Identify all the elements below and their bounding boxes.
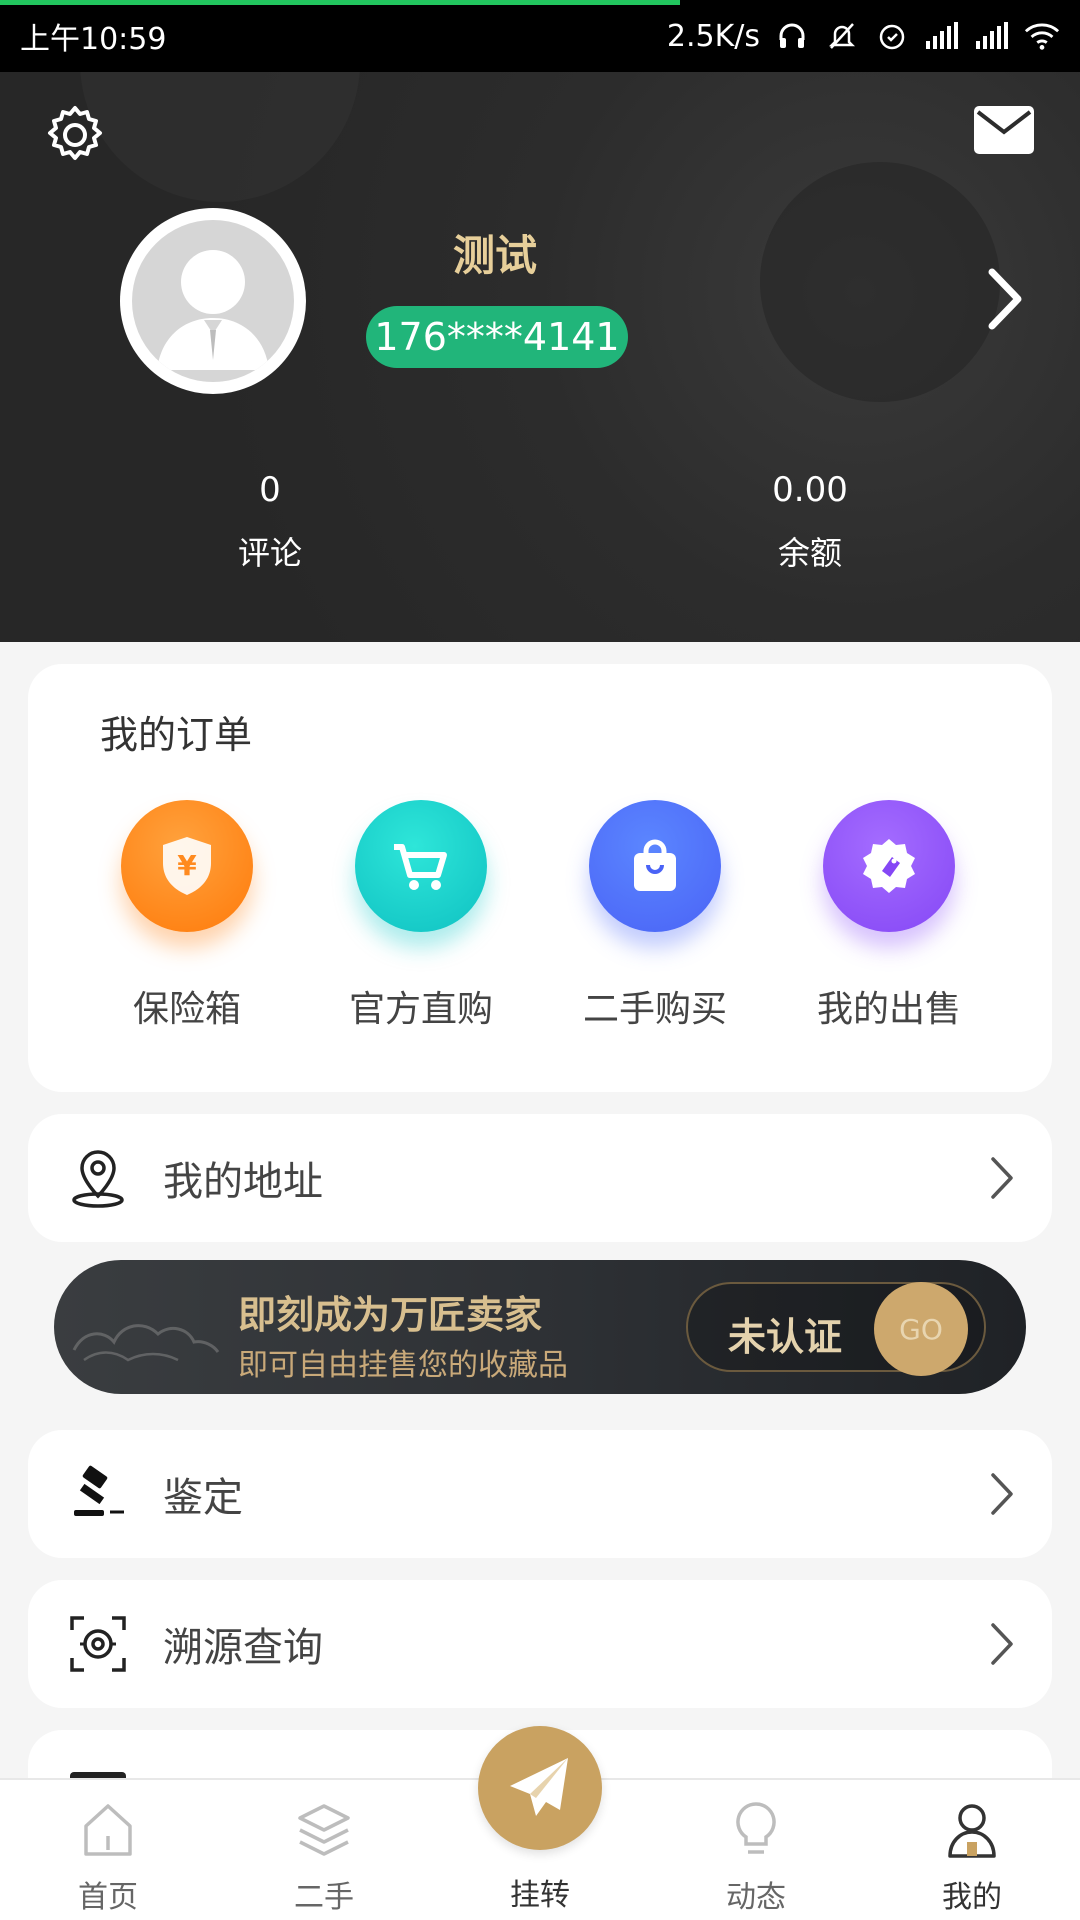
chevron-right-icon — [988, 1155, 1016, 1201]
cloud-pattern-icon — [64, 1290, 224, 1370]
order-item-secondhand[interactable]: 二手购买 — [538, 800, 772, 1032]
lightbulb-icon — [724, 1798, 788, 1862]
svg-text:¥: ¥ — [177, 849, 197, 882]
headset-icon — [774, 18, 810, 54]
gavel-icon — [66, 1462, 130, 1526]
orders-card: 我的订单 ¥ 保险箱 官方直购 二手购买 我的出售 — [28, 664, 1052, 1092]
banner-title: 即刻成为万匠卖家 — [238, 1292, 543, 1337]
status-icons: 2.5K/s — [667, 18, 1060, 54]
nav-item-secondhand[interactable]: 二手 — [216, 1780, 432, 1920]
menu-item-trace[interactable]: 溯源查询 — [28, 1580, 1052, 1708]
stat-balance-value: 0.00 — [772, 470, 848, 510]
phone-number-badge: 176****4141 — [366, 306, 628, 368]
stat-comments-label: 评论 — [237, 534, 302, 572]
verification-status-pill[interactable]: 未认证 GO — [686, 1282, 986, 1376]
signal-icon — [924, 18, 960, 54]
go-button[interactable]: GO — [874, 1282, 968, 1376]
order-item-safe[interactable]: ¥ 保险箱 — [70, 800, 304, 1032]
avatar[interactable] — [120, 208, 306, 394]
shopping-bag-icon — [589, 800, 721, 932]
paper-plane-icon[interactable] — [478, 1726, 602, 1850]
nav-label-secondhand: 二手 — [294, 1880, 354, 1915]
default-avatar-icon — [132, 220, 294, 382]
menu-item-trace-label: 溯源查询 — [163, 1625, 323, 1671]
menu-item-appraisal[interactable]: 鉴定 — [28, 1430, 1052, 1558]
user-icon — [940, 1798, 1004, 1862]
orders-title: 我的订单 — [100, 713, 253, 757]
user-name: 测试 — [452, 231, 537, 280]
status-time: 上午10:59 — [20, 22, 167, 57]
loading-progress-bar — [0, 0, 680, 5]
stat-comments[interactable]: 0 评论 — [170, 470, 370, 574]
home-icon — [76, 1798, 140, 1862]
profile-header: 测试 176****4141 0 评论 0.00 余额 — [0, 72, 1080, 642]
nav-label-feed: 动态 — [726, 1880, 786, 1915]
location-pin-icon — [66, 1146, 130, 1210]
tag-icon — [823, 800, 955, 932]
cart-icon — [355, 800, 487, 932]
mail-icon[interactable] — [972, 102, 1036, 158]
nav-label-transfer[interactable]: 挂转 — [478, 1870, 602, 1914]
nav-item-mine[interactable]: 我的 — [864, 1780, 1080, 1920]
gear-icon[interactable] — [40, 100, 110, 170]
order-item-sale[interactable]: 我的出售 — [772, 800, 1006, 1032]
verification-status: 未认证 — [728, 1314, 843, 1359]
wifi-icon — [1024, 18, 1060, 54]
order-label-safe: 保险箱 — [132, 989, 241, 1030]
nav-label-home: 首页 — [78, 1880, 138, 1915]
layers-icon — [292, 1798, 356, 1862]
menu-item-address[interactable]: 我的地址 — [28, 1114, 1052, 1242]
order-label-sale: 我的出售 — [816, 989, 961, 1030]
banner-subtitle: 即可自由挂售您的收藏品 — [238, 1348, 568, 1383]
signal-icon-2 — [974, 18, 1010, 54]
stat-balance-label: 余额 — [777, 534, 842, 572]
order-label-official: 官方直购 — [348, 989, 493, 1030]
stat-balance[interactable]: 0.00 余额 — [710, 470, 910, 574]
menu-item-appraisal-label: 鉴定 — [163, 1475, 243, 1521]
chevron-right-icon — [988, 1621, 1016, 1667]
chevron-right-icon — [988, 1471, 1016, 1517]
network-speed: 2.5K/s — [666, 18, 760, 54]
stat-comments-value: 0 — [259, 470, 281, 510]
safe-icon: ¥ — [121, 800, 253, 932]
mute-bell-icon — [824, 18, 860, 54]
alarm-icon — [874, 18, 910, 54]
seller-verification-banner[interactable]: 即刻成为万匠卖家 即可自由挂售您的收藏品 未认证 GO — [54, 1260, 1026, 1394]
nav-item-home[interactable]: 首页 — [0, 1780, 216, 1920]
status-bar: 上午10:59 2.5K/s — [0, 0, 1080, 72]
menu-item-address-label: 我的地址 — [163, 1159, 323, 1205]
order-items: ¥ 保险箱 官方直购 二手购买 我的出售 — [28, 800, 1052, 1032]
order-label-secondhand: 二手购买 — [582, 989, 727, 1030]
order-item-official[interactable]: 官方直购 — [304, 800, 538, 1032]
nav-item-feed[interactable]: 动态 — [648, 1780, 864, 1920]
scan-target-icon — [66, 1612, 130, 1676]
nav-label-mine: 我的 — [942, 1880, 1002, 1915]
chevron-right-icon[interactable] — [982, 264, 1030, 334]
